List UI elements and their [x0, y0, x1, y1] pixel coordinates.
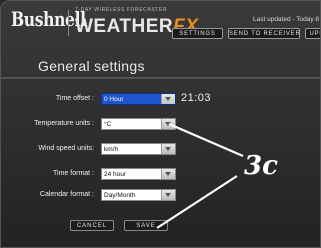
callout-line-to-save	[156, 175, 238, 229]
annotation-overlay	[156, 122, 244, 229]
callout-line-to-temperature	[168, 122, 244, 158]
weather-fx-window: Bushnell 7-DAY WIRELESS FORECASTER WEATH…	[0, 0, 321, 248]
step-callout-label: 3c	[244, 151, 278, 181]
